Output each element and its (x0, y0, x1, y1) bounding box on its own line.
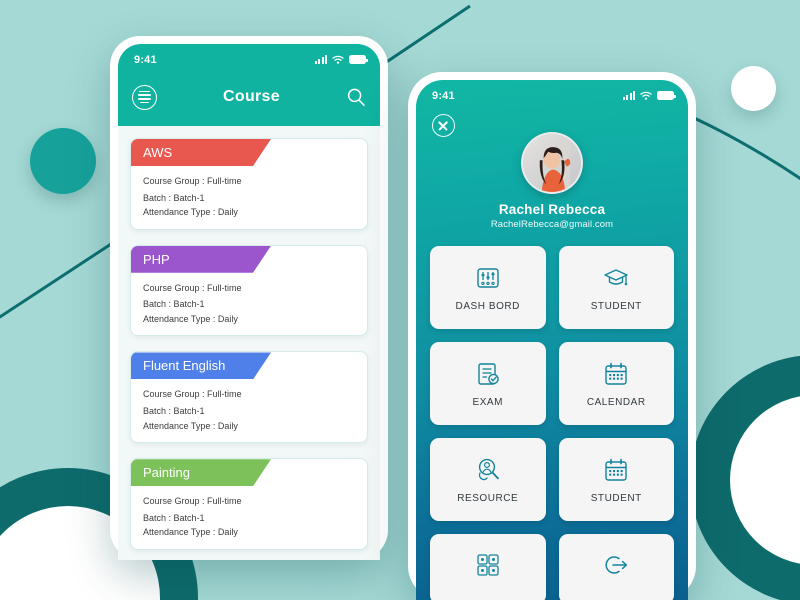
calendar-icon (605, 458, 627, 481)
signal-icon (314, 55, 327, 64)
puzzle-blocks-icon (477, 554, 499, 576)
menu-tile-student-calendar[interactable]: STUDENT (558, 438, 674, 521)
menu-label: STUDENT (590, 492, 642, 504)
search-person-icon (478, 458, 499, 480)
battery-icon (349, 55, 368, 64)
decoration-dot-white (731, 66, 776, 111)
course-batch-label: Batch : Batch-1 (143, 406, 205, 417)
status-time: 9:41 (432, 89, 455, 102)
course-title-ribbon: PHP (131, 246, 271, 273)
course-title-ribbon: AWS (131, 139, 271, 166)
logout-icon (605, 556, 628, 574)
status-time: 9:41 (134, 53, 157, 66)
course-card[interactable]: AWS Course Group : Full-time Batch : Bat… (130, 138, 368, 230)
course-batch-label: Batch : Batch-1 (143, 192, 205, 203)
status-icon-group (622, 91, 676, 100)
course-attendance-label: Attendance Type : Daily (143, 420, 238, 431)
phone-profile-menu: 9:41 Rachel Rebecca RachelRebecca@gmail.… (408, 72, 696, 600)
course-card[interactable]: Fluent English Course Group : Full-time … (130, 351, 368, 444)
decoration-dot-teal (30, 128, 96, 194)
phone-course-list: 9:41 Course AWS Course Group: Full-time… (110, 36, 388, 560)
course-title-ribbon: Fluent English (131, 352, 271, 379)
course-attendance-label: Attendance Type : Daily (143, 527, 238, 538)
battery-icon (657, 91, 676, 100)
course-group-label: Course Group : Full-time (143, 389, 242, 400)
course-batch-label: Batch : Batch-1 (143, 299, 205, 310)
menu-tile-calendar[interactable]: CALENDAR (558, 342, 674, 425)
course-card-body: Course Group : Full-time Batch : Batch-1… (131, 486, 367, 549)
status-bar: 9:41 (416, 80, 688, 104)
sliders-dashboard-icon (477, 267, 499, 288)
checklist-exam-icon (478, 362, 499, 385)
profile-email: RachelRebecca@gmail.com (490, 219, 614, 230)
menu-label: STUDENT (590, 300, 642, 312)
close-icon[interactable] (432, 114, 455, 137)
wifi-icon (640, 91, 652, 100)
course-attendance-label: Attendance Type : Daily (143, 207, 238, 218)
menu-tile-student[interactable]: STUDENT (558, 246, 674, 329)
course-card-body: Course Group : Full-time Batch : Batch-1… (131, 273, 367, 336)
profile-menu-screen: 9:41 Rachel Rebecca RachelRebecca@gmail.… (416, 80, 688, 600)
status-bar: 9:41 (118, 44, 380, 68)
course-card[interactable]: PHP Course Group : Full-time Batch : Bat… (130, 244, 368, 337)
course-batch-label: Batch : Batch-1 (143, 512, 205, 523)
course-card-body: Course Group : Full-time Batch : Batch-1… (131, 166, 367, 229)
course-card-list: AWS Course Group : Full-time Batch : Bat… (118, 126, 380, 550)
menu-grid: DASH BORD STUDENT EXAM CALENDAR RESOURCE… (416, 230, 688, 600)
page-title: Course (223, 88, 280, 105)
menu-label: DASH BORD (455, 300, 520, 312)
course-screen: 9:41 Course AWS Course Group: Full-time… (118, 44, 380, 560)
profile-name: Rachel Rebecca (498, 202, 606, 217)
menu-tile-logout[interactable] (558, 534, 674, 600)
signal-icon (622, 91, 635, 100)
menu-tile-dashboard[interactable]: DASH BORD (430, 246, 546, 329)
hamburger-icon[interactable] (132, 84, 157, 110)
graduation-cap-icon (604, 268, 628, 285)
menu-tile-exam[interactable]: EXAM (430, 342, 546, 425)
app-bar: Course (118, 68, 380, 126)
course-attendance-label: Attendance Type : Daily (143, 313, 238, 324)
course-group-label: Course Group : Full-time (143, 496, 242, 507)
menu-label: EXAM (472, 396, 504, 408)
calendar-icon (605, 362, 627, 385)
menu-label: RESOURCE (457, 492, 519, 504)
wifi-icon (332, 55, 344, 64)
course-card-body: Course Group : Full-time Batch : Batch-1… (131, 379, 367, 442)
screenshot-canvas: 9:41 Course AWS Course Group: Full-time… (0, 0, 800, 600)
status-icon-group (314, 55, 368, 64)
course-card[interactable]: Painting Course Group : Full-time Batch … (130, 458, 368, 550)
course-group-label: Course Group : Full-time (143, 282, 242, 293)
menu-tile-puzzle[interactable] (430, 534, 546, 600)
avatar (521, 132, 583, 194)
course-title-ribbon: Painting (131, 459, 271, 486)
menu-label: CALENDAR (586, 396, 646, 408)
profile-header: Rachel Rebecca RachelRebecca@gmail.com (416, 104, 688, 230)
search-icon[interactable] (346, 87, 366, 107)
course-group-label: Course Group : Full-time (143, 176, 242, 186)
menu-tile-resource[interactable]: RESOURCE (430, 438, 546, 521)
